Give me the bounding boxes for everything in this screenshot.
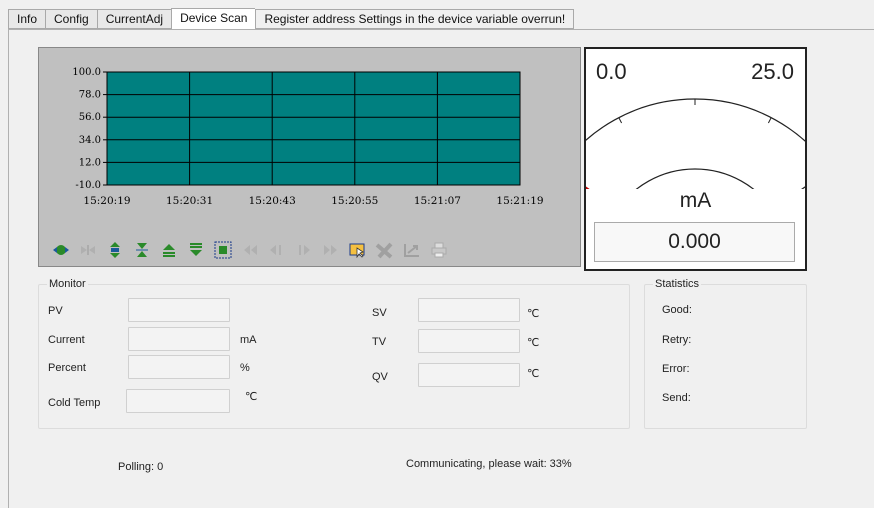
gauge-value: 0.000 [594, 222, 795, 262]
scroll-up-icon[interactable] [158, 240, 180, 260]
gauge-dial [586, 98, 805, 189]
zoom-in-y-icon[interactable] [131, 240, 153, 260]
y-tick-label: 34.0 [79, 135, 101, 146]
current-label: Current [48, 334, 85, 346]
communicating-status: Communicating, please wait: 33% [406, 458, 572, 470]
zoom-box-icon[interactable] [212, 240, 234, 260]
x-tick-label: 15:20:19 [83, 195, 130, 207]
qv-unit: ℃ [527, 368, 540, 380]
chart-toolbar [38, 234, 581, 266]
percent-field [128, 355, 230, 379]
first-page-icon[interactable] [239, 240, 261, 260]
good-label: Good: [662, 304, 692, 316]
last-page-icon[interactable] [320, 240, 342, 260]
sv-field [418, 298, 520, 322]
cursor-icon[interactable] [347, 240, 369, 260]
pv-field [128, 298, 230, 322]
zoom-in-x-icon[interactable] [77, 240, 99, 260]
retry-label: Retry: [662, 334, 692, 346]
prev-page-icon[interactable] [266, 240, 288, 260]
trend-chart-plot: 100.0 78.0 56.0 34.0 12.0 -10.0 15:20:19 15:20:… [72, 67, 543, 207]
send-label: Send: [662, 392, 691, 404]
y-tick-label: 100.0 [72, 67, 101, 78]
y-tick-label: 12.0 [79, 157, 101, 168]
sv-unit: ℃ [527, 308, 540, 320]
scroll-down-icon[interactable] [185, 240, 207, 260]
tab-config[interactable]: Config [45, 9, 97, 29]
export-icon[interactable] [401, 240, 423, 260]
x-tick-label: 15:21:19 [496, 195, 543, 207]
x-tick-label: 15:21:07 [414, 195, 461, 207]
current-gauge: 0.0 25.0 mA 0.000 [584, 47, 807, 271]
cold-temp-unit: ℃ [245, 391, 258, 403]
x-tick-label: 15:20:43 [249, 195, 296, 207]
statistics-title: Statistics [653, 278, 702, 290]
tv-field [418, 329, 520, 353]
current-unit: mA [240, 334, 257, 346]
y-tick-label: 78.0 [79, 90, 101, 101]
cold-temp-label: Cold Temp [48, 397, 101, 409]
plot-area [106, 71, 521, 186]
error-label: Error: [662, 363, 690, 375]
tab-device-scan[interactable]: Device Scan [171, 8, 256, 30]
tools-icon[interactable] [374, 240, 396, 260]
percent-label: Percent [48, 362, 86, 374]
tv-label: TV [372, 336, 387, 348]
qv-label: QV [372, 371, 388, 383]
tab-current-adj[interactable]: CurrentAdj [96, 9, 172, 29]
next-page-icon[interactable] [293, 240, 315, 260]
y-tick-label: 56.0 [79, 112, 101, 123]
polling-status: Polling: 0 [118, 461, 164, 473]
zoom-fit-y-icon[interactable] [104, 240, 126, 260]
x-tick-label: 15:20:31 [166, 195, 213, 207]
y-tick-label: -10.0 [75, 180, 101, 191]
warning-message: Register address Settings in the device … [255, 9, 575, 29]
current-field [128, 327, 230, 351]
tab-info[interactable]: Info [8, 9, 46, 29]
gauge-unit: mA [679, 189, 712, 212]
percent-unit: % [240, 362, 250, 374]
pv-label: PV [48, 305, 63, 317]
sv-label: SV [372, 307, 387, 319]
tv-unit: ℃ [527, 337, 540, 349]
zoom-fit-x-icon[interactable] [50, 240, 72, 260]
qv-field [418, 363, 520, 387]
gauge-arc [586, 98, 805, 189]
cold-temp-field [126, 389, 230, 413]
x-tick-label: 15:20:55 [331, 195, 378, 207]
tab-bar: Info Config CurrentAdj Device Scan Regis… [8, 8, 575, 30]
monitor-title: Monitor [47, 278, 88, 290]
print-icon[interactable] [428, 240, 450, 260]
